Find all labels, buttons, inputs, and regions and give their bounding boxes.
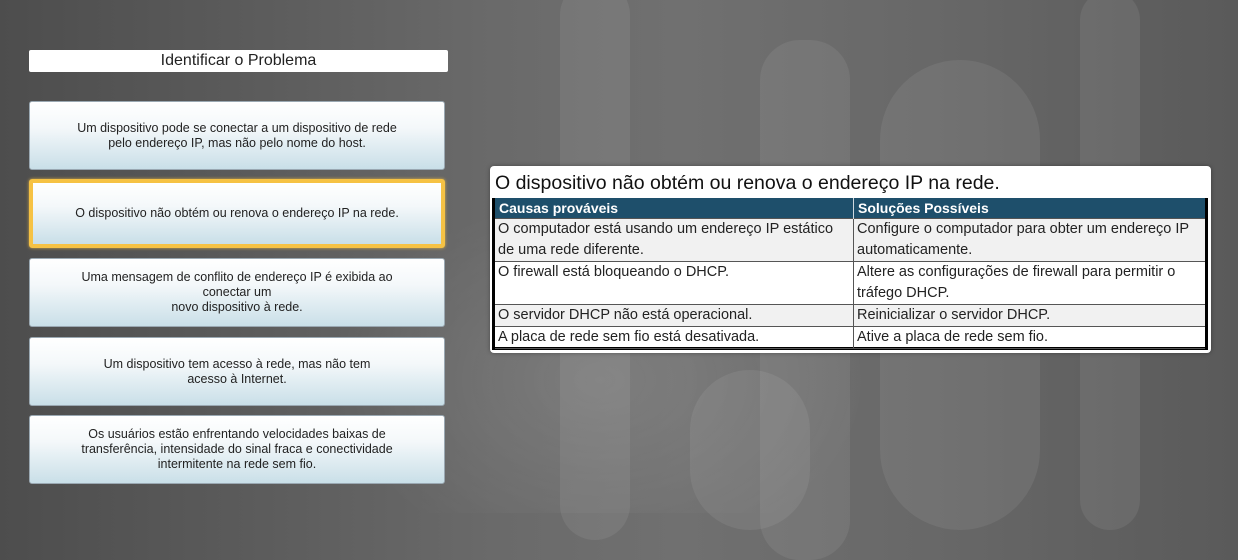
problem-option[interactable]: Um dispositivo pode se conectar a um dis…: [29, 101, 445, 170]
solution-panel: O dispositivo não obtém ou renova o ende…: [490, 166, 1211, 353]
problem-option-selected[interactable]: O dispositivo não obtém ou renova o ende…: [29, 179, 445, 248]
table-header-row: Causas prováveis Soluções Possíveis: [495, 198, 1205, 219]
table-row: A placa de rede sem fio está desativada.…: [495, 326, 1205, 349]
problem-option[interactable]: Os usuários estão enfrentando velocidade…: [29, 415, 445, 484]
page-title: Identificar o Problema: [29, 50, 448, 72]
page-title-text: Identificar o Problema: [160, 52, 317, 69]
solution-cell: Reinicializar o servidor DHCP.: [853, 304, 1205, 327]
column-header-solutions: Soluções Possíveis: [853, 198, 1205, 219]
problem-option-text: Uma mensagem de conflito de endereço IP …: [81, 270, 393, 314]
problem-option-text: Os usuários estão enfrentando velocidade…: [81, 427, 393, 471]
column-header-causes: Causas prováveis: [495, 198, 854, 219]
panel-title: O dispositivo não obtém ou renova o ende…: [495, 172, 1000, 194]
solutions-table: Causas prováveis Soluções Possíveis O co…: [495, 198, 1205, 349]
cause-cell: A placa de rede sem fio está desativada.: [495, 326, 854, 349]
problem-option[interactable]: Um dispositivo tem acesso à rede, mas nã…: [29, 337, 445, 406]
problem-option-text: O dispositivo não obtém ou renova o ende…: [75, 206, 399, 220]
cause-cell: O computador está usando um endereço IP …: [495, 218, 854, 262]
solution-cell: Altere as configurações de firewall para…: [853, 261, 1205, 305]
background-decoration: [690, 370, 810, 530]
problem-option-text: Um dispositivo tem acesso à rede, mas nã…: [103, 356, 371, 386]
solution-cell: Ative a placa de rede sem fio.: [853, 326, 1205, 349]
solution-cell: Configure o computador para obter um end…: [853, 218, 1205, 262]
problem-option-text: Um dispositivo pode se conectar a um dis…: [77, 120, 397, 150]
table-row: O servidor DHCP não está operacional. Re…: [495, 304, 1205, 327]
problem-option[interactable]: Uma mensagem de conflito de endereço IP …: [29, 258, 445, 327]
solutions-table-container: Causas prováveis Soluções Possíveis O co…: [492, 198, 1208, 350]
table-row: O firewall está bloqueando o DHCP. Alter…: [495, 261, 1205, 305]
table-row: O computador está usando um endereço IP …: [495, 218, 1205, 262]
cause-cell: O servidor DHCP não está operacional.: [495, 304, 854, 327]
cause-cell: O firewall está bloqueando o DHCP.: [495, 261, 854, 305]
